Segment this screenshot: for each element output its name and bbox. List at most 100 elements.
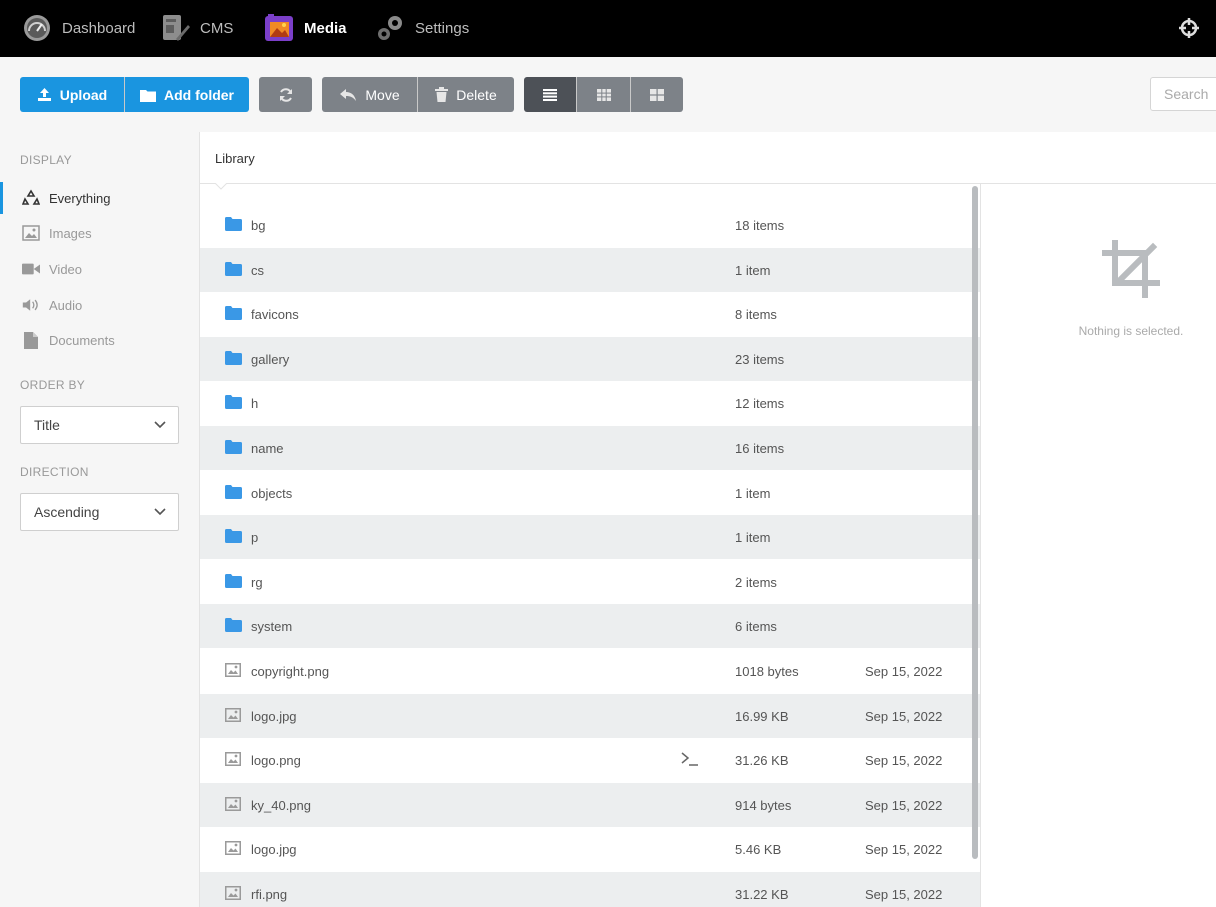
grid-large-view-button[interactable] [631,77,683,112]
row-date: Sep 15, 2022 [865,797,943,813]
chevron-down-icon [154,421,166,429]
list-view-icon [543,88,557,101]
folder-row[interactable]: favicons 8 items [200,292,980,336]
row-name: p [251,530,259,546]
sidebar-item-label: Images [49,225,92,241]
cms-edit-icon [160,13,190,43]
direction-value: Ascending [34,504,100,520]
row-name: gallery [251,351,290,367]
nav-dashboard[interactable]: Dashboard [22,11,135,45]
file-row[interactable]: ky_40.png 914 bytes Sep 15, 2022 [200,782,980,827]
move-label: Move [365,86,400,103]
terminal-icon[interactable] [680,751,700,770]
folder-row[interactable]: objects 1 item [200,471,980,515]
sidebar-item-video[interactable]: Video [0,253,199,285]
upload-icon [37,88,51,101]
row-name: system [251,619,293,635]
folder-icon [225,217,242,233]
scrollbar[interactable] [972,186,978,859]
nav-label: CMS [200,19,234,37]
folder-row[interactable]: bg 18 items [200,203,980,247]
chevron-down-icon [154,508,166,516]
order-by-section-title: ORDER BY [20,378,86,392]
folder-row[interactable]: p 1 item [200,515,980,560]
folder-icon [225,306,242,322]
list-view-button[interactable] [524,77,576,112]
recycle-icon [22,189,40,207]
row-size: 2 items [735,574,777,590]
row-size: 16.99 KB [735,708,789,724]
sidebar-item-audio[interactable]: Audio [0,289,199,321]
settings-gears-icon [375,13,405,43]
grid-small-view-button[interactable] [577,77,630,112]
add-folder-label: Add folder [164,86,234,103]
crosshair-icon[interactable] [1178,17,1200,39]
sidebar-item-documents[interactable]: Documents [0,324,199,356]
delete-label: Delete [456,86,497,103]
row-name: logo.png [251,753,301,769]
row-name: cs [251,262,264,278]
folder-row[interactable]: system 6 items [200,604,980,649]
image-file-icon [225,841,242,857]
folder-icon [225,484,242,501]
nav-label: Media [304,19,347,37]
folder-row[interactable]: name 16 items [200,426,980,470]
folder-row[interactable]: gallery 23 items [200,336,980,381]
folder-icon [225,573,242,590]
file-row[interactable]: logo.png 31.26 KB Sep 15, 2022 [200,738,980,782]
refresh-button[interactable] [259,77,312,112]
nav-media[interactable]: Media [264,11,347,45]
row-size: 31.22 KB [735,887,789,902]
row-size: 1018 bytes [735,664,799,679]
row-name: copyright.png [251,664,330,679]
nav-label: Dashboard [62,19,136,37]
direction-select[interactable]: Ascending [20,493,179,531]
breadcrumb[interactable]: Library [215,151,255,166]
row-name: bg [251,218,266,233]
image-icon [22,224,40,242]
reply-arrow-icon [340,88,357,101]
folder-row[interactable]: rg 2 items [200,560,980,604]
folder-icon [225,529,242,545]
delete-button[interactable]: Delete [418,77,514,112]
row-size: 5.46 KB [735,842,782,858]
sidebar-item-label: Everything [49,190,111,206]
folder-row[interactable]: h 12 items [200,381,980,425]
row-name: ky_40.png [251,797,311,813]
video-icon [22,260,40,278]
sidebar-item-everything[interactable]: Everything [0,182,199,214]
folder-icon [225,618,242,634]
folder-row[interactable]: cs 1 item [200,247,980,292]
sidebar-item-label: Audio [49,297,83,313]
row-date: Sep 15, 2022 [865,842,943,858]
row-name: rfi.png [251,887,288,902]
file-row[interactable]: copyright.png 1018 bytes Sep 15, 2022 [200,649,980,693]
row-size: 1 item [735,530,771,546]
search-input[interactable] [1150,77,1216,111]
media-image-icon [264,13,294,43]
nav-cms[interactable]: CMS [160,11,233,45]
upload-button[interactable]: Upload [20,77,124,112]
order-by-select[interactable]: Title [20,406,179,444]
sidebar-item-images[interactable]: Images [0,217,199,249]
row-name: rg [251,574,263,590]
file-row[interactable]: logo.jpg 16.99 KB Sep 15, 2022 [200,693,980,738]
row-size: 23 items [735,351,785,367]
folder-icon [225,350,242,367]
row-name: objects [251,485,293,501]
image-file-icon [225,707,242,724]
row-name: favicons [251,307,299,323]
row-size: 18 items [735,218,785,233]
crop-icon [1102,240,1160,298]
add-folder-button[interactable]: Add folder [125,77,249,112]
file-row[interactable]: logo.jpg 5.46 KB Sep 15, 2022 [200,827,980,871]
row-name: logo.jpg [251,842,297,858]
toolbar: Upload Add folder Move Delete [0,57,1216,132]
move-button[interactable]: Move [322,77,417,112]
top-navigation: Dashboard CMS Media Settings [0,0,1216,57]
nav-settings[interactable]: Settings [375,11,469,45]
dashboard-gauge-icon [22,13,52,43]
row-size: 914 bytes [735,797,792,813]
row-name: logo.jpg [251,708,297,724]
file-row[interactable]: rfi.png 31.22 KB Sep 15, 2022 [200,872,980,907]
